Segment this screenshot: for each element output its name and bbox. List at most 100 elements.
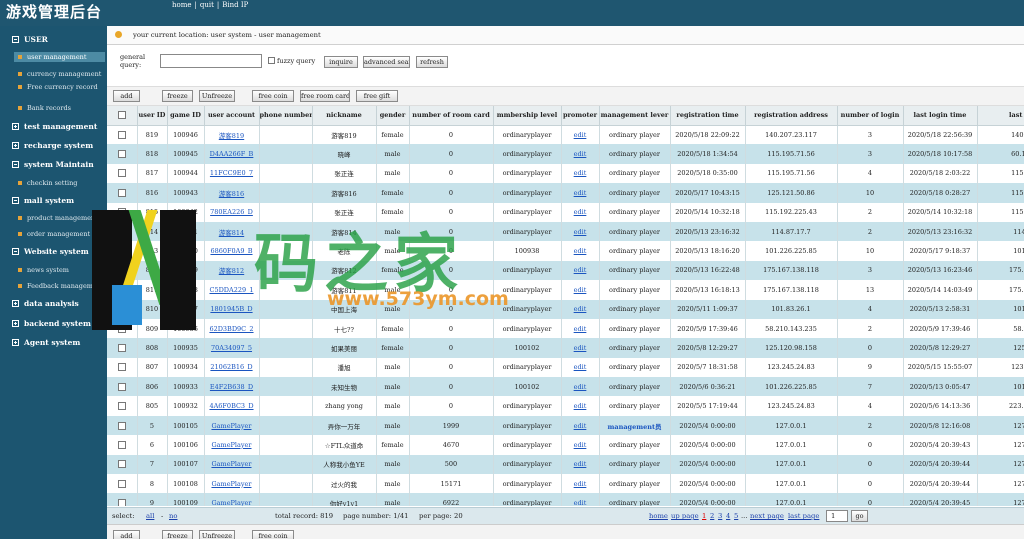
unfreeze-button-bottom[interactable]: Unfreeze (199, 530, 235, 539)
row-checkbox[interactable] (117, 130, 126, 139)
table-row[interactable]: 5 100105 GamePlayer 弄你一万年 male 1999 ordinarypl… (107, 415, 1024, 436)
sidebar-group-agent-system[interactable]: Agent system (12, 338, 80, 347)
col-header[interactable]: user account (204, 106, 260, 126)
free-coin-button[interactable]: free coin (252, 90, 294, 102)
promoter-edit-link[interactable]: edit (574, 247, 587, 255)
table-row[interactable]: 8 100108 GamePlayer 过火的我 male 15171 ordinarypl… (107, 474, 1024, 494)
row-checkbox[interactable] (117, 402, 126, 411)
table-row[interactable]: 806 100933 E4F2B638_D 未知生物 male 0 100102 edit or… (107, 377, 1024, 397)
table-row[interactable]: 807 100934 21062B16_D 潘旭 male 0 ordinaryplayer… (107, 357, 1024, 378)
page-jump-input[interactable]: 1 (826, 510, 848, 522)
promoter-edit-link[interactable]: edit (574, 460, 587, 468)
free-coin-button-bottom[interactable]: free coin (252, 530, 294, 539)
sidebar-item-currency-management[interactable]: currency management (18, 70, 101, 78)
table-row[interactable]: 811 100938 C5DDA229_1 游客811 male 0 ordinarypla… (107, 280, 1024, 300)
user-account-link[interactable]: 21062B16_D (210, 363, 252, 371)
unfreeze-button[interactable]: Unfreeze (199, 90, 235, 102)
select-all-link[interactable]: all (146, 512, 154, 520)
page-link-1[interactable]: 1 (702, 512, 706, 520)
sidebar-item-feedback-management[interactable]: Feedback management (18, 282, 104, 290)
user-account-link[interactable]: 4A6F0BC3_D (209, 402, 253, 410)
user-account-link[interactable]: 1801945B_D (210, 305, 252, 313)
row-checkbox[interactable] (117, 499, 126, 506)
free-gift-button[interactable]: free gift (356, 90, 398, 102)
col-header[interactable]: phone number (259, 106, 313, 126)
promoter-edit-link[interactable]: edit (574, 422, 587, 430)
row-checkbox[interactable] (117, 305, 126, 314)
table-row[interactable]: 810 100937 1801945B_D 中国上海 male 0 ordinaryplay… (107, 299, 1024, 319)
table-row[interactable]: 815 100942 780EA226_D 张正连 female 0 ordinarypla… (107, 202, 1024, 222)
row-checkbox[interactable] (117, 324, 126, 333)
sidebar-group-website-system[interactable]: Website system (12, 247, 89, 256)
table-row[interactable]: 813 100940 6860F0A9_B 老陈 male 0 100938 edit ordi… (107, 241, 1024, 261)
next-page-link[interactable]: next page (750, 512, 784, 520)
promoter-edit-link[interactable]: edit (574, 189, 587, 197)
sidebar-group-user[interactable]: USER (12, 35, 48, 44)
fuzzy-query-checkbox[interactable] (268, 57, 275, 64)
sidebar-group-test-management[interactable]: test management (12, 122, 97, 131)
advanced-search-button[interactable]: advanced search (363, 56, 410, 68)
promoter-edit-link[interactable]: edit (574, 383, 587, 391)
freeze-button-bottom[interactable]: freeze (162, 530, 193, 539)
sidebar-group-recharge-system[interactable]: recharge system (12, 141, 93, 150)
row-checkbox[interactable] (117, 266, 126, 275)
promoter-edit-link[interactable]: edit (574, 344, 587, 352)
row-checkbox[interactable] (117, 440, 126, 449)
bind-ip-link[interactable]: Bind IP (222, 1, 248, 9)
row-checkbox[interactable] (117, 208, 126, 217)
col-header[interactable]: gender (376, 106, 410, 126)
table-row[interactable]: 808 100935 70A34097_5 如果美丽 female 0 100102 edit… (107, 338, 1024, 358)
freeze-button[interactable]: freeze (162, 90, 193, 102)
col-header[interactable]: number of login (837, 106, 904, 126)
up-page-link[interactable]: up page (671, 512, 699, 520)
user-account-link[interactable]: D4AA266F_B (210, 150, 254, 158)
user-account-link[interactable]: GamePlayer (211, 422, 251, 430)
user-account-link[interactable]: 62D3BD9C_2 (209, 325, 253, 333)
user-account-link[interactable]: GamePlayer (211, 441, 251, 449)
user-account-link[interactable]: GamePlayer (211, 480, 251, 488)
go-button[interactable]: go (851, 510, 868, 522)
home-link[interactable]: home (172, 1, 192, 9)
table-row[interactable]: 818 100945 D4AA266F_B 晓峰 male 0 ordinaryplayer… (107, 144, 1024, 164)
promoter-edit-link[interactable]: edit (574, 150, 587, 158)
table-row[interactable]: 809 100936 62D3BD9C_2 十七?? female 0 ordinarypl… (107, 318, 1024, 339)
promoter-edit-link[interactable]: edit (574, 169, 587, 177)
select-none-link[interactable]: no (169, 512, 177, 520)
table-row[interactable]: 817 100944 11FCC9E0_7 张正连 male 0 ordinaryplaye… (107, 163, 1024, 184)
row-checkbox[interactable] (117, 150, 126, 159)
promoter-edit-link[interactable]: edit (574, 208, 587, 216)
user-account-link[interactable]: 游客814 (219, 229, 244, 237)
user-account-link[interactable]: 780EA226_D (210, 208, 253, 216)
col-header[interactable]: last log (977, 106, 1024, 126)
col-header[interactable]: promoter (561, 106, 600, 126)
promoter-edit-link[interactable]: edit (574, 305, 587, 313)
promoter-edit-link[interactable]: edit (574, 441, 587, 449)
row-checkbox[interactable] (117, 247, 126, 256)
row-checkbox[interactable] (117, 343, 126, 352)
table-row[interactable]: 805 100932 4A6F0BC3_D zhang yong male 0 ordina… (107, 396, 1024, 416)
sidebar-group-mall-system[interactable]: mall system (12, 196, 74, 205)
sidebar-item-order-management[interactable]: order management (18, 230, 90, 238)
user-account-link[interactable]: GamePlayer (211, 499, 251, 506)
user-account-link[interactable]: 6860F0A9_B (210, 247, 252, 255)
quit-link[interactable]: quit (200, 1, 214, 9)
row-checkbox[interactable] (117, 227, 126, 236)
user-account-link[interactable]: 游客816 (219, 190, 244, 198)
add-button-bottom[interactable]: add (113, 530, 140, 539)
row-checkbox[interactable] (117, 169, 126, 178)
free-room-card-button[interactable]: free room card (300, 90, 350, 102)
page-link-4[interactable]: 4 (726, 512, 730, 520)
row-checkbox[interactable] (117, 382, 126, 391)
col-header[interactable]: registration address (745, 106, 838, 126)
col-header[interactable]: user ID (137, 106, 168, 126)
promoter-edit-link[interactable]: edit (574, 363, 587, 371)
sidebar-item-product-management[interactable]: product management (18, 214, 98, 222)
sidebar-item-user-management[interactable]: user management (14, 52, 105, 62)
table-row[interactable]: 812 100939 游客812 游客812 female 0 ordinaryplayer… (107, 260, 1024, 281)
row-checkbox[interactable] (117, 479, 126, 488)
row-checkbox[interactable] (117, 188, 126, 197)
select-all-checkbox[interactable] (117, 111, 126, 120)
col-header[interactable]: nickname (312, 106, 377, 126)
promoter-edit-link[interactable]: edit (574, 480, 587, 488)
promoter-edit-link[interactable]: edit (574, 402, 587, 410)
